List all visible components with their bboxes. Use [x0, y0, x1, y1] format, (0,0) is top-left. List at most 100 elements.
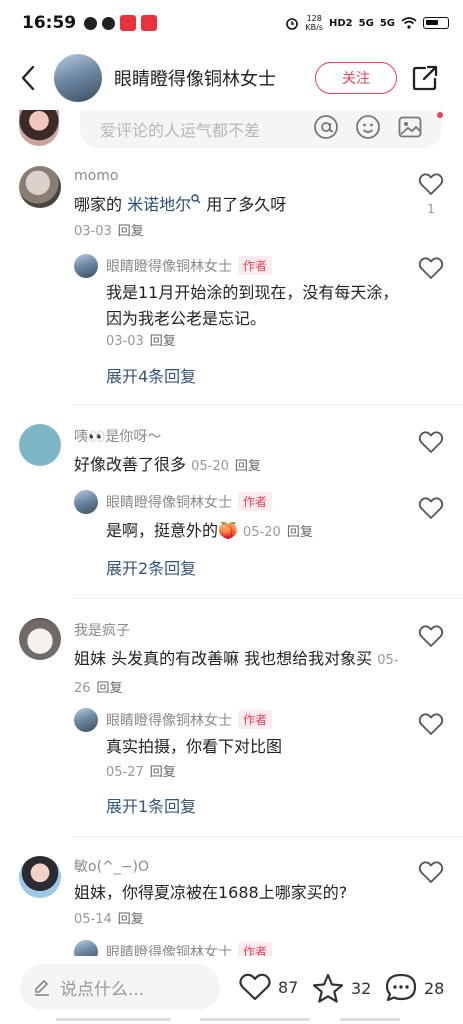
comment-text[interactable]: 姐妹，你得夏凉被在1688上哪家买的?	[74, 880, 414, 906]
like-icon[interactable]	[418, 712, 444, 736]
like-icon[interactable]	[418, 172, 444, 196]
reply-button[interactable]: 回复	[287, 525, 313, 540]
share-icon[interactable]	[411, 64, 439, 92]
like-icon[interactable]	[418, 860, 444, 884]
alarm-icon	[286, 18, 299, 30]
reply-text[interactable]: 我是11月开始涂的到现在，没有每天涂，因为我老公老是忘记。	[106, 280, 406, 332]
signal-5g-icon-2: 5G	[379, 17, 395, 29]
comment-item: momo 哪家的 米诺地尔 用了多久呀 03-03 回复 1 眼睛瞪得像铜林女士作…	[0, 160, 463, 406]
comment-bubble-icon	[385, 973, 417, 1002]
reply-author-label: 眼睛瞪得像铜林女士	[106, 713, 232, 729]
keyword-link[interactable]: 米诺地尔	[127, 195, 191, 214]
comment-count: 28	[424, 978, 445, 998]
like-icon[interactable]	[418, 430, 444, 454]
reply-author-avatar[interactable]	[74, 708, 98, 732]
author-avatar[interactable]	[54, 54, 102, 102]
collect-count: 32	[351, 978, 372, 998]
search-icon	[191, 194, 201, 204]
home-indicator[interactable]	[56, 1018, 171, 1021]
home-indicator-3	[340, 1018, 400, 1021]
comment-text[interactable]: 哪家的 米诺地尔 用了多久呀	[74, 192, 404, 218]
reply-button[interactable]: 回复	[118, 912, 144, 927]
like-count: 87	[278, 977, 299, 997]
pencil-icon	[35, 980, 49, 996]
follow-button[interactable]: 关注	[315, 62, 397, 94]
author-tag: 作者	[238, 492, 273, 511]
comment-text[interactable]: 好像改善了很多 05-20 回复	[74, 452, 404, 480]
reply-button[interactable]: 回复	[118, 224, 144, 239]
reply-author-label: 眼睛瞪得像铜林女士	[106, 945, 232, 956]
comment-stat[interactable]: 28	[384, 972, 444, 1004]
author-tag: 作者	[238, 710, 273, 729]
reply-button[interactable]: 回复	[235, 459, 261, 474]
notification-icons	[84, 15, 158, 31]
author-name[interactable]: 眼睛瞪得像铜林女士	[114, 65, 294, 91]
reply-text[interactable]: 真实拍摄，你看下对比图	[106, 734, 406, 760]
collect-stat[interactable]: 32	[311, 972, 371, 1004]
comment-item: 敏o(^_−)O 姐妹，你得夏凉被在1688上哪家买的? 05-14 回复 眼睛瞪…	[0, 842, 463, 956]
like-icon[interactable]	[418, 624, 444, 648]
comment-meta: 03-03 回复	[74, 220, 144, 239]
comment-text-body: 姐妹 头发真的有改善嘛 我也想给我对象买	[74, 649, 373, 668]
commenter-name[interactable]: 敏o(^_−)O	[74, 856, 149, 876]
like-icon[interactable]	[418, 496, 444, 520]
divider	[72, 836, 463, 837]
commenter-avatar[interactable]	[19, 618, 61, 660]
commenter-avatar[interactable]	[19, 166, 61, 208]
battery-icon	[423, 17, 449, 29]
reply-text[interactable]: 是啊，挺意外的🍑 05-20 回复	[106, 518, 406, 546]
back-button[interactable]	[4, 54, 52, 102]
like-icon	[239, 973, 271, 1001]
reply-button[interactable]: 回复	[150, 765, 176, 780]
reply-author-avatar[interactable]	[74, 490, 98, 514]
back-arrow-icon	[21, 65, 35, 91]
like-icon[interactable]	[418, 256, 444, 280]
expand-replies-button[interactable]: 展开2条回复	[106, 555, 196, 579]
system-icons: 128 KB/s HD2 5G 5G	[285, 14, 449, 32]
hd-icon: HD2	[329, 17, 353, 29]
image-icon[interactable]	[397, 114, 423, 140]
commenter-name[interactable]: 咦👀是你呀～	[74, 426, 161, 446]
reply-date: 05-20	[243, 525, 281, 540]
commenter-name[interactable]: 我是疯子	[74, 620, 130, 640]
my-avatar	[19, 110, 59, 146]
emoji-icon[interactable]	[355, 114, 381, 140]
comment-input-placeholder: 爱评论的人运气都不差	[100, 121, 261, 140]
bottom-comment-input[interactable]: 说点什么...	[20, 964, 220, 1010]
reply-author-name[interactable]: 眼睛瞪得像铜林女士 作者	[106, 942, 273, 956]
comment-text-prefix: 哪家的	[74, 195, 128, 214]
reply-author-label: 眼睛瞪得像铜林女士	[106, 259, 232, 275]
reply-button[interactable]: 回复	[97, 681, 123, 696]
comment-text-suffix: 用了多久呀	[201, 195, 287, 214]
reply-author-name[interactable]: 眼睛瞪得像铜林女士 作者	[106, 492, 273, 512]
commenter-avatar[interactable]	[19, 856, 61, 898]
comment-date: 03-03	[74, 224, 112, 239]
reply-button[interactable]: 回复	[150, 334, 176, 349]
header: 眼睛瞪得像铜林女士 关注	[0, 46, 463, 110]
expand-replies-button[interactable]: 展开4条回复	[106, 363, 196, 387]
app-notification-icon-2	[141, 15, 158, 31]
comment-date: 05-20	[191, 459, 229, 474]
signal-5g-icon: 5G	[358, 17, 374, 29]
like-count: 1	[427, 202, 435, 216]
message-icon	[84, 16, 98, 30]
commenter-name[interactable]: momo	[74, 168, 118, 184]
reply-author-name[interactable]: 眼睛瞪得像铜林女士 作者	[106, 256, 273, 276]
notification-dot	[437, 112, 443, 118]
reply-meta: 03-03 回复	[106, 330, 176, 349]
reply-text-body: 是啊，挺意外的🍑	[106, 521, 238, 540]
reply-author-name[interactable]: 眼睛瞪得像铜林女士 作者	[106, 710, 273, 730]
reply-author-avatar[interactable]	[74, 254, 98, 278]
reply-author-label: 眼睛瞪得像铜林女士	[106, 495, 232, 511]
app-notification-icon	[120, 15, 137, 31]
like-stat[interactable]: 87	[238, 972, 298, 1002]
comment-text[interactable]: 姐妹 头发真的有改善嘛 我也想给我对象买 05-26 回复	[74, 646, 404, 702]
reply-author-avatar[interactable]	[74, 940, 98, 956]
net-speed-value: 128	[306, 14, 322, 23]
mention-icon[interactable]	[313, 114, 339, 140]
status-bar: 16:59 128 KB/s HD2 5G 5G	[0, 0, 463, 46]
comment-input-row: 爱评论的人运气都不差	[0, 110, 463, 152]
expand-replies-button[interactable]: 展开1条回复	[106, 793, 196, 817]
commenter-avatar[interactable]	[19, 424, 61, 466]
home-indicator-2	[200, 1018, 310, 1021]
